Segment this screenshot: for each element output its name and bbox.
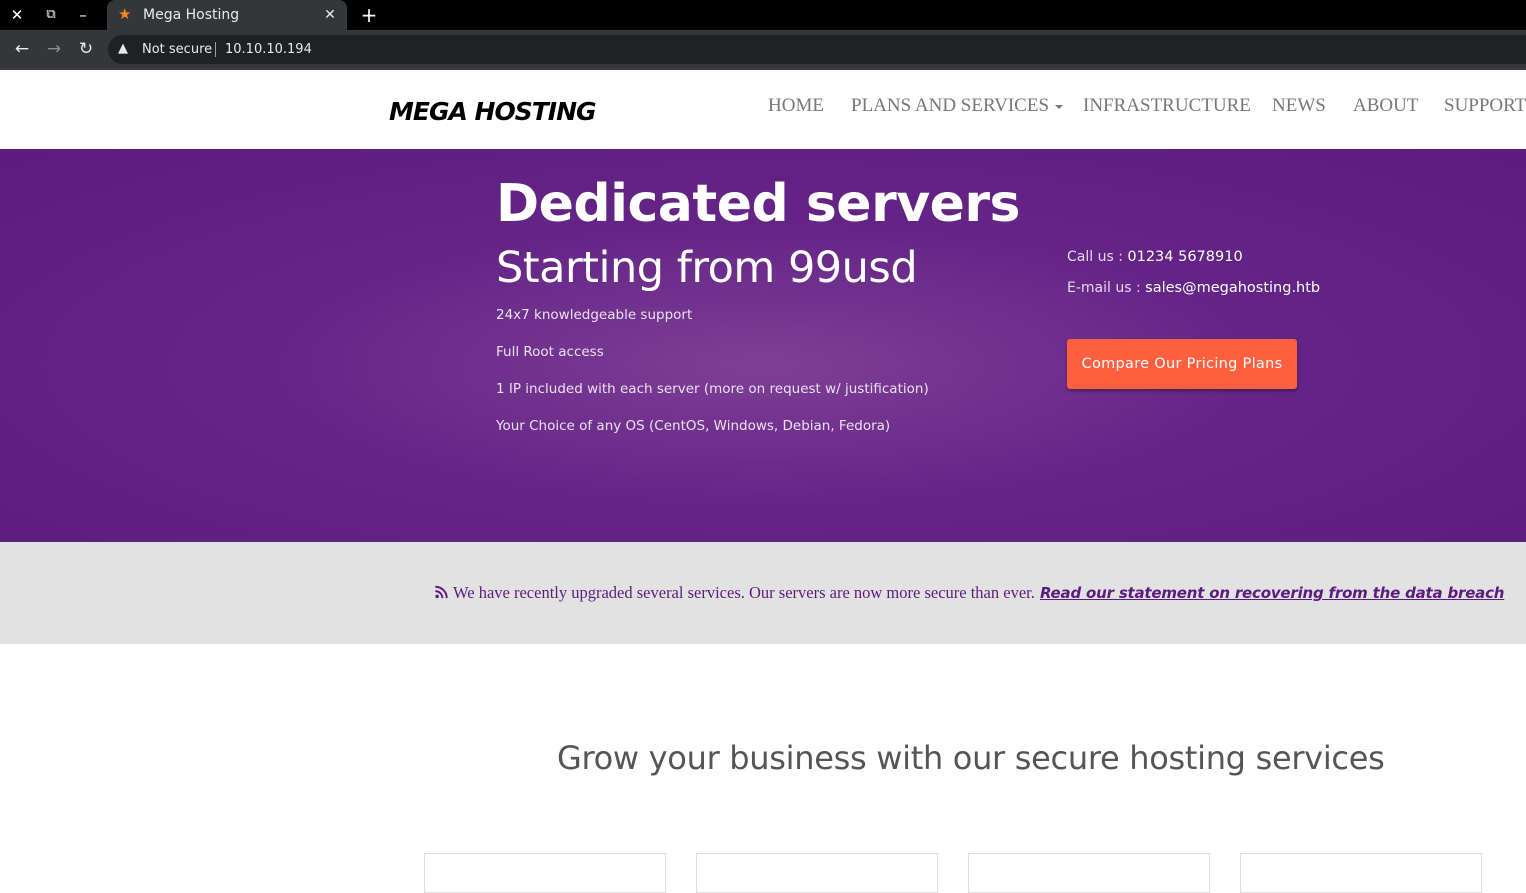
feature-item: 24x7 knowledgeable support [496, 307, 693, 323]
email-label: E-mail us : [1067, 280, 1146, 296]
call-label: Call us : [1067, 249, 1128, 265]
back-icon[interactable]: ← [11, 38, 33, 60]
security-label[interactable]: Not secure [142, 41, 212, 59]
window-minimize-icon[interactable]: – [72, 4, 94, 26]
service-card [696, 853, 938, 893]
url-divider [215, 42, 216, 57]
url-text[interactable]: 10.10.10.194 [225, 41, 312, 59]
email-address[interactable]: sales@megahosting.htb [1145, 280, 1320, 296]
warning-icon[interactable]: ▲ [118, 40, 134, 58]
nav-about[interactable]: ABOUT [1353, 95, 1418, 117]
nav-support[interactable]: SUPPORT [1444, 95, 1526, 117]
site-logo[interactable]: MEGA HOSTING [389, 97, 597, 127]
new-tab-icon[interactable]: + [358, 3, 380, 27]
service-card [424, 853, 666, 893]
tab-title: Mega Hosting [143, 7, 240, 23]
caret-down-icon [1055, 104, 1064, 109]
service-card [1240, 853, 1482, 893]
browser-tab-bar: ✕ ⧉ – ★ Mega Hosting ✕ + [0, 0, 1526, 30]
feature-item: 1 IP included with each server (more on … [496, 381, 929, 397]
call-us: Call us : 01234 5678910 [1067, 247, 1243, 267]
tab-close-icon[interactable]: ✕ [321, 5, 339, 25]
nav-plans-and-services[interactable]: PLANS AND SERVICES [851, 95, 1064, 117]
hero-subtitle: Starting from 99usd [496, 243, 918, 293]
window-restore-icon[interactable]: ⧉ [40, 4, 62, 26]
notice-row: We have recently upgraded several servic… [434, 582, 1504, 604]
browser-tab[interactable]: ★ Mega Hosting ✕ [107, 0, 347, 30]
window-close-icon[interactable]: ✕ [6, 4, 28, 26]
compare-pricing-button[interactable]: Compare Our Pricing Plans [1067, 339, 1297, 389]
forward-icon[interactable]: → [43, 38, 65, 60]
notice-text: We have recently upgraded several servic… [453, 583, 1035, 602]
reload-icon[interactable]: ↻ [75, 38, 97, 60]
service-card [968, 853, 1210, 893]
favicon-icon: ★ [118, 5, 132, 23]
feature-item: Your Choice of any OS (CentOS, Windows, … [496, 418, 891, 434]
section-title: Grow your business with our secure hosti… [557, 739, 1385, 777]
rss-icon [435, 585, 448, 599]
address-bar[interactable] [108, 35, 1526, 64]
nav-home[interactable]: HOME [768, 95, 824, 117]
hero-title: Dedicated servers [496, 174, 1020, 234]
nav-plans-label: PLANS AND SERVICES [851, 95, 1050, 116]
phone-number[interactable]: 01234 5678910 [1127, 249, 1242, 265]
data-breach-statement-link[interactable]: Read our statement on recovering from th… [1040, 584, 1505, 602]
nav-infrastructure[interactable]: INFRASTRUCTURE [1083, 95, 1251, 117]
email-us: E-mail us : sales@megahosting.htb [1067, 278, 1320, 298]
feature-item: Full Root access [496, 344, 604, 360]
nav-news[interactable]: NEWS [1272, 95, 1326, 117]
